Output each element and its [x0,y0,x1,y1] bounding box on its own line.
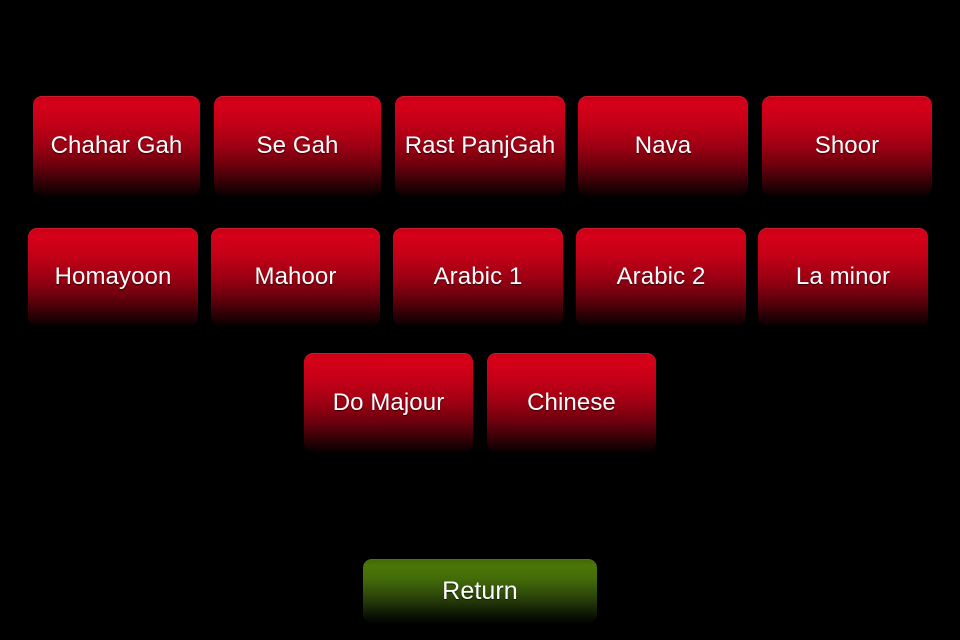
scale-button[interactable]: Do Majour [304,353,473,452]
scale-button-label: Arabic 1 [433,263,523,290]
scale-button[interactable]: Shoor [762,96,932,196]
scale-button-label: Homayoon [54,263,172,290]
scale-button-label: La minor [795,263,891,290]
scale-button-label: Chinese [527,388,616,416]
return-button-label: Return [442,577,518,605]
scale-button-label: Se Gah [256,132,339,159]
scale-button[interactable]: Mahoor [211,228,380,326]
scale-button[interactable]: Se Gah [214,96,381,196]
scale-button[interactable]: Homayoon [28,228,198,326]
scale-button-label: Mahoor [254,263,337,290]
scale-button[interactable]: Arabic 1 [393,228,563,326]
scale-button[interactable]: Rast PanjGah [395,96,565,196]
scale-button[interactable]: Arabic 2 [576,228,746,326]
scale-button[interactable]: Nava [578,96,748,196]
scale-button-label: Arabic 2 [616,263,706,290]
scale-button-label: Nava [634,132,692,159]
scale-button-label: Rast PanjGah [404,132,556,159]
scale-button[interactable]: Chinese [487,353,656,452]
scale-button[interactable]: Chahar Gah [33,96,200,196]
scale-button[interactable]: La minor [758,228,928,326]
scale-button-label: Shoor [814,132,880,159]
return-button[interactable]: Return [363,559,597,623]
scale-button-label: Do Majour [332,388,445,416]
scale-button-label: Chahar Gah [50,132,183,159]
scale-selector-screen: Chahar Gah Se Gah Rast PanjGah Nava Shoor Hom… [0,0,960,640]
